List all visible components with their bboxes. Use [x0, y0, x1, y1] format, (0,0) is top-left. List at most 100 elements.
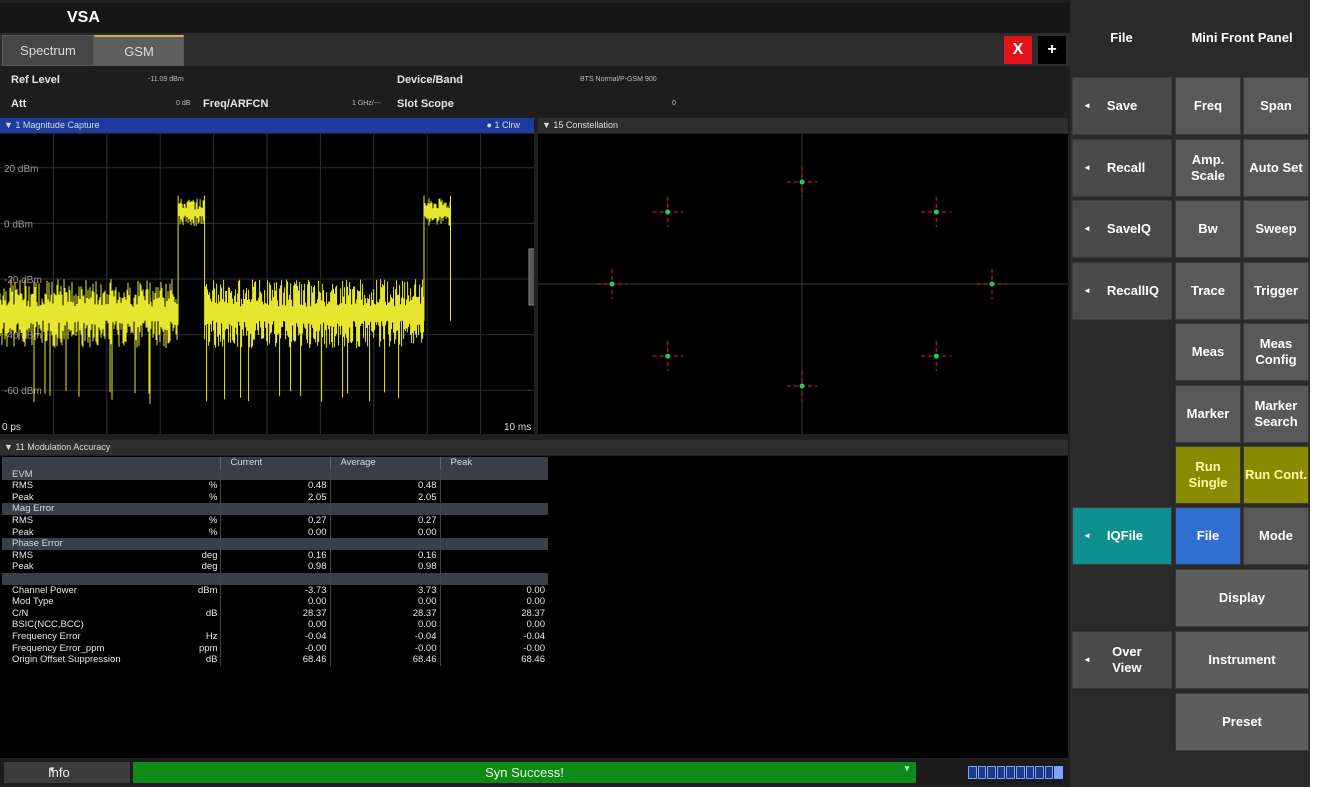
recalliq-button[interactable]: ◄ RecallIQ — [1072, 262, 1172, 320]
overview-button[interactable]: ◄ Over View — [1072, 631, 1172, 689]
table-row: Frequency Error_ppm ppm -0.00 -0.00 -0.00 — [2, 642, 548, 655]
marker-search-button[interactable]: Marker Search — [1243, 385, 1309, 443]
row-current: 0.27 — [219, 514, 330, 527]
bw-button[interactable]: Bw — [1175, 200, 1241, 258]
run-single-button[interactable]: Run Single — [1175, 446, 1241, 504]
table-group-row: Phase Error — [2, 538, 548, 550]
row-peak — [439, 491, 548, 504]
iqfile-button[interactable]: ◄ IQFile — [1072, 507, 1172, 565]
row-peak — [439, 526, 548, 539]
table-row: Frequency Error Hz -0.04 -0.04 -0.04 — [2, 630, 548, 643]
tab-gsm[interactable]: GSM — [94, 35, 184, 66]
info-dropdown[interactable]: Info ▼ — [4, 762, 130, 783]
modulation-window-title: ▼ 11 Modulation Accuracy — [4, 442, 111, 452]
row-average: 2.05 — [329, 491, 440, 504]
meas-config-button[interactable]: Meas Config — [1243, 323, 1309, 381]
device-band-label: Device/Band — [397, 74, 464, 86]
amp-scale-button[interactable]: Amp. Scale — [1175, 139, 1241, 197]
chevron-down-icon[interactable]: ▼ — [903, 764, 911, 773]
main-area: VSA Spectrum GSM X + Ref Level -11.09 dB… — [0, 0, 1070, 787]
device-band-value[interactable]: BTS Normal/P-GSM 900 — [580, 76, 657, 83]
softkey-panel: File Mini Front Panel ◄ Save ◄ Recall ◄ Sav… — [1070, 0, 1310, 787]
row-name: RMS — [12, 549, 34, 561]
tab-spectrum[interactable]: Spectrum — [2, 35, 94, 66]
chevron-down-icon: ▼ — [48, 765, 56, 774]
table-row: Mod Type 0.00 0.00 0.00 — [2, 596, 548, 608]
row-unit: % — [209, 526, 218, 538]
preset-button[interactable]: Preset — [1175, 693, 1309, 751]
instrument-button[interactable]: Instrument — [1175, 631, 1309, 689]
y-tick-label: 20 dBm — [4, 164, 38, 175]
add-tab-button[interactable]: + — [1038, 36, 1066, 64]
row-unit: deg — [201, 549, 218, 561]
display-button[interactable]: Display — [1175, 569, 1309, 627]
trace-badge[interactable]: ● 1 Clrw — [487, 118, 520, 133]
row-name: Peak — [12, 561, 34, 573]
magnitude-window-header[interactable]: ▼ 1 Magnitude Capture ● 1 Clrw — [0, 118, 534, 133]
row-average: 28.37 — [329, 607, 440, 620]
row-name: Channel Power — [12, 584, 77, 596]
auto-set-button[interactable]: Auto Set — [1243, 139, 1309, 197]
run-cont-button[interactable]: Run Cont. — [1243, 446, 1309, 504]
row-average: 0.98 — [329, 561, 440, 573]
row-average: 0.48 — [329, 480, 440, 492]
app-title: VSA — [67, 9, 100, 26]
row-unit — [182, 596, 220, 608]
row-name: Frequency Error — [12, 630, 81, 642]
row-peak — [439, 480, 548, 492]
constellation-window-header[interactable]: ▼ 15 Constellation — [538, 118, 1068, 133]
row-average: 68.46 — [329, 654, 440, 666]
row-name: Peak — [12, 526, 34, 538]
sweep-button[interactable]: Sweep — [1243, 200, 1309, 258]
file-button[interactable]: File — [1175, 507, 1241, 565]
row-current: 0.16 — [219, 549, 330, 562]
row-current: 0.00 — [219, 526, 330, 539]
table-row: C/N dB 28.37 28.37 28.37 — [2, 607, 548, 620]
y-tick-label: -60 dBm — [4, 386, 42, 397]
splitter-handle[interactable] — [528, 248, 534, 306]
group-label — [2, 572, 182, 585]
row-peak: 28.37 — [439, 607, 548, 620]
slot-scope-value[interactable]: 0 — [672, 100, 676, 107]
meas-button[interactable]: Meas — [1175, 323, 1241, 381]
header-peak: Peak — [439, 457, 548, 469]
settings-bar: Ref Level -11.09 dBm Att 0 dB Freq/ARFCN… — [0, 66, 1070, 117]
trigger-button[interactable]: Trigger — [1243, 262, 1309, 320]
save-button[interactable]: ◄ Save — [1072, 77, 1172, 135]
span-button[interactable]: Span — [1243, 77, 1309, 135]
freq-button[interactable]: Freq — [1175, 77, 1241, 135]
group-label: EVM — [2, 468, 182, 481]
row-current: -0.00 — [219, 642, 330, 655]
ref-level-value[interactable]: -11.09 dBm — [148, 76, 184, 83]
row-unit: % — [209, 491, 218, 503]
header-average: Average — [329, 457, 440, 469]
table-group-row: EVM — [2, 468, 548, 481]
status-bar: Info ▼ Syn Success! ▼ — [0, 760, 1070, 785]
att-value[interactable]: 0 dB — [176, 100, 190, 107]
row-current: 0.48 — [219, 480, 330, 492]
close-tab-button[interactable]: X — [1004, 36, 1032, 64]
row-average: 0.00 — [329, 596, 440, 608]
table-row: Peak deg 0.98 0.98 — [2, 561, 548, 573]
header-unit — [182, 457, 220, 469]
mode-button[interactable]: Mode — [1243, 507, 1309, 565]
arrow-left-icon: ◄ — [1083, 163, 1091, 172]
table-row: RMS% 0.48 0.48 — [2, 480, 548, 492]
row-unit: dBm — [197, 584, 218, 596]
row-current: 28.37 — [219, 607, 330, 620]
marker-button[interactable]: Marker — [1175, 385, 1241, 443]
row-unit: dB — [205, 607, 218, 619]
recall-button[interactable]: ◄ Recall — [1072, 139, 1172, 197]
row-name: Peak — [12, 491, 34, 503]
slot-scope-label: Slot Scope — [397, 98, 454, 110]
table-group-row — [2, 572, 548, 585]
trace-button[interactable]: Trace — [1175, 262, 1241, 320]
mini-front-panel-header[interactable]: Mini Front Panel — [1174, 0, 1310, 75]
saveiq-button[interactable]: ◄ SaveIQ — [1072, 200, 1172, 258]
ref-level-label: Ref Level — [11, 74, 60, 86]
row-unit: dB — [205, 654, 218, 666]
freq-arfcn-value[interactable]: 1 GHz/--- — [352, 100, 381, 107]
row-unit: % — [209, 514, 218, 526]
row-current: -3.73 — [219, 584, 330, 597]
modulation-window-header[interactable]: ▼ 11 Modulation Accuracy — [0, 440, 1068, 455]
